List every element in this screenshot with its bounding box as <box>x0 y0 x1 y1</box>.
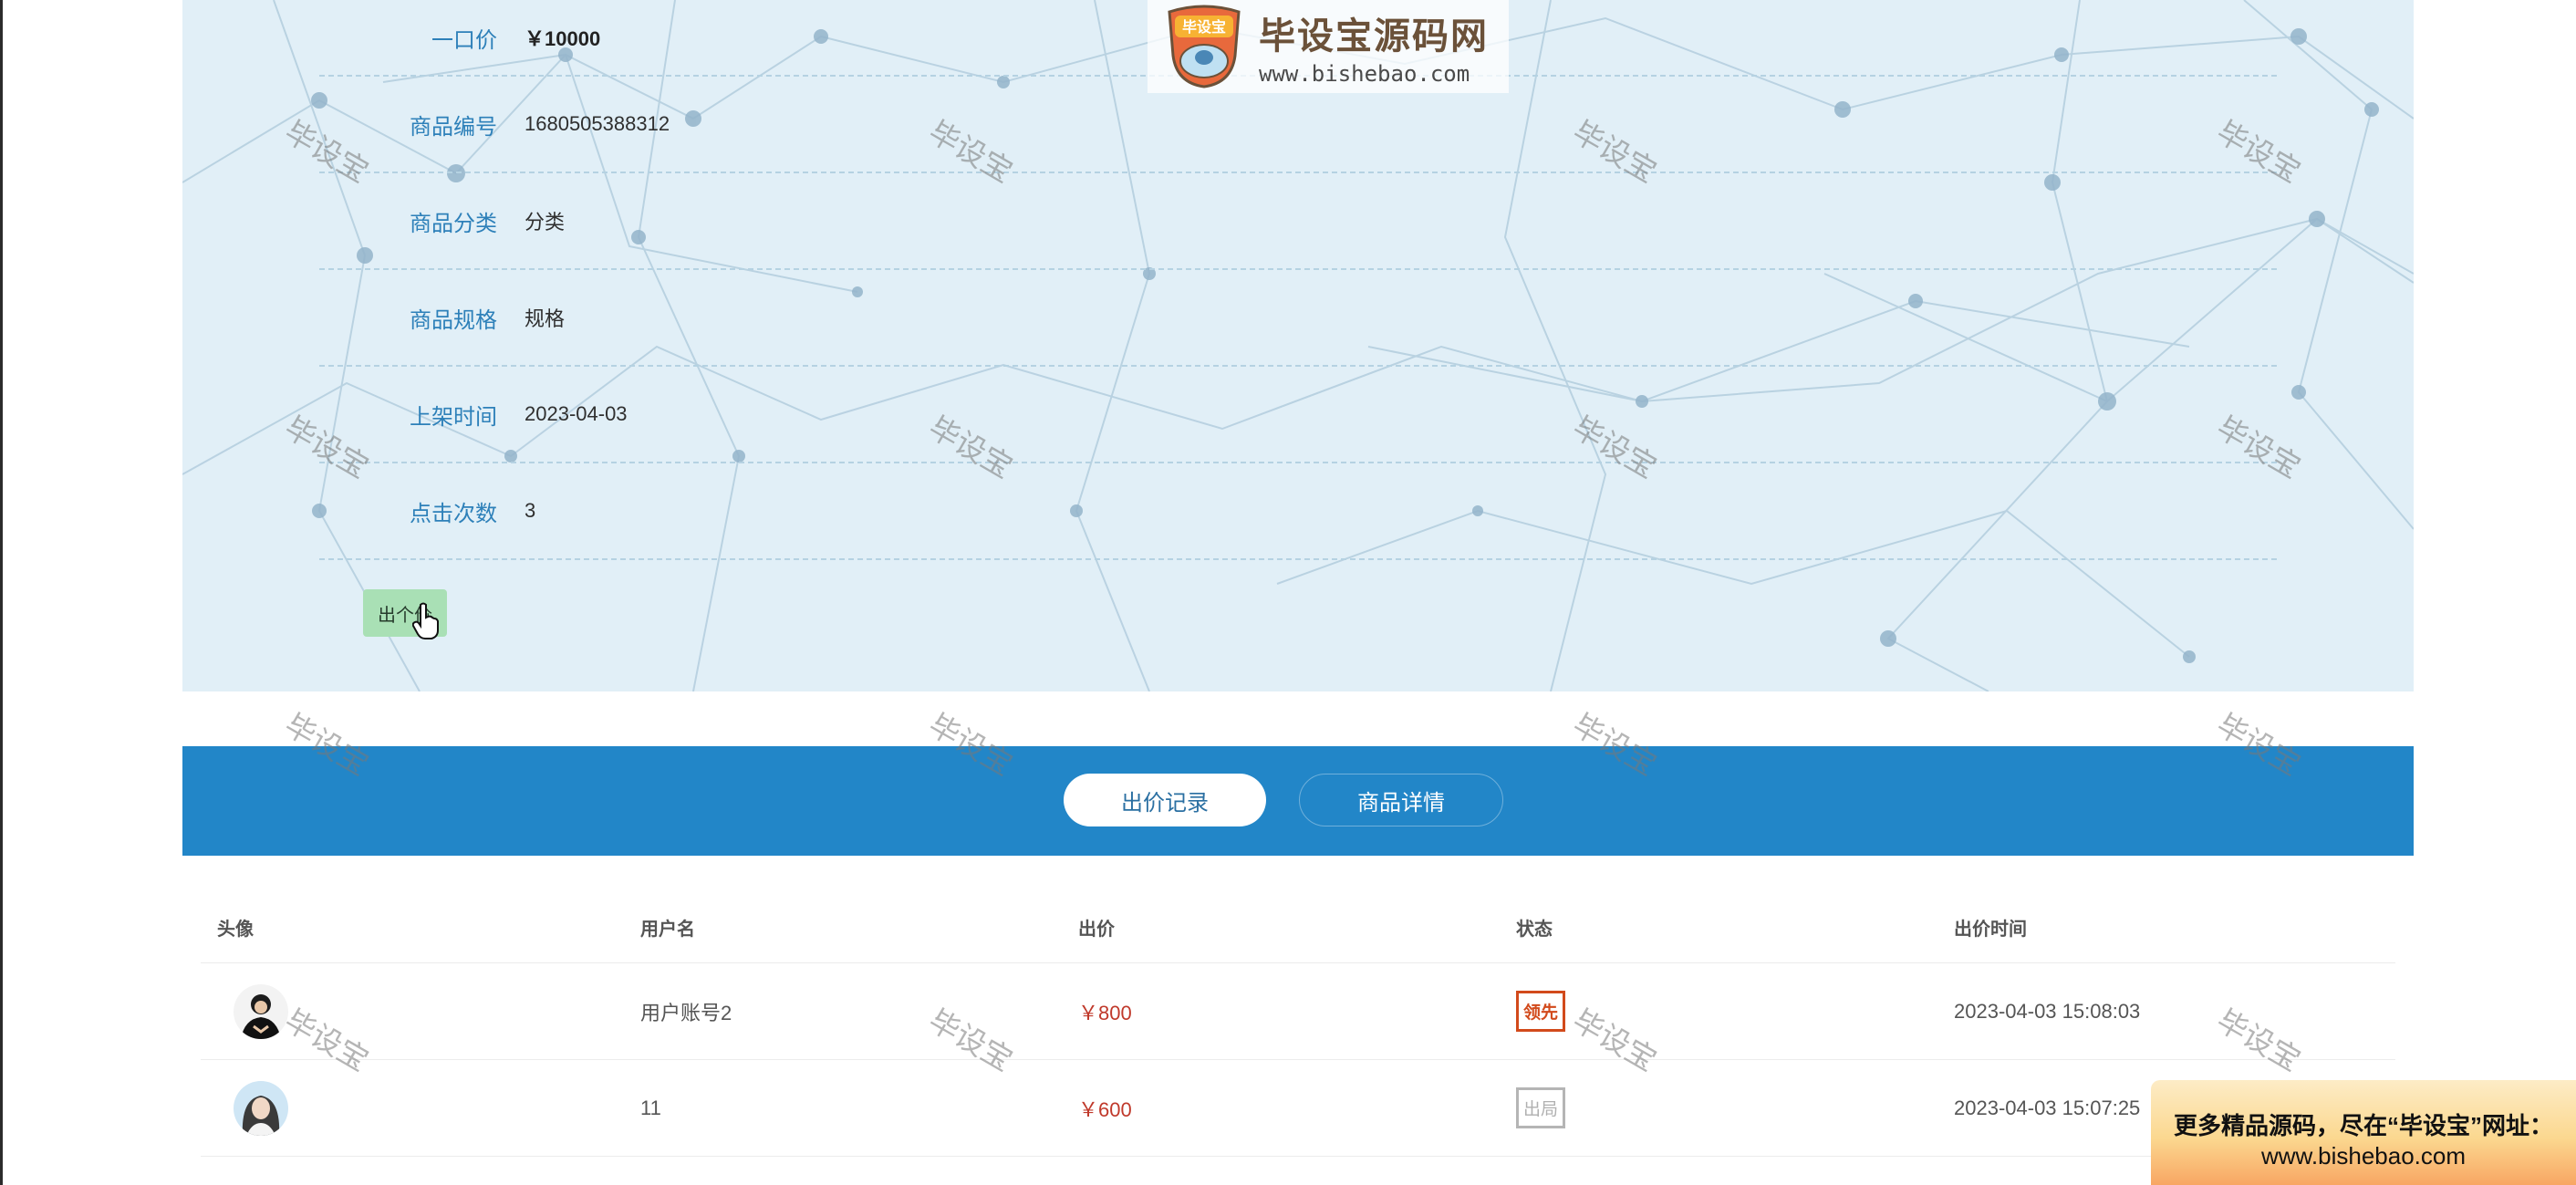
promo-text: 更多精品源码，尽在“毕设宝”网址： <box>2173 1112 2553 1139</box>
header-username: 用户名 <box>640 920 695 940</box>
header-avatar: 头像 <box>217 920 254 940</box>
hand-cursor-icon <box>412 602 439 639</box>
table-row: 11 ￥600 出局 2023-04-03 15:07:25 <box>201 1060 2395 1157</box>
site-logo[interactable]: 毕设宝 毕设宝源码网 www.bishebao.com <box>1148 0 1509 93</box>
promo-url: www.bishebao.com <box>2261 1142 2466 1169</box>
info-value-product-number: 1680505388312 <box>525 112 670 135</box>
info-row-click-count: 点击次数 3 <box>319 463 2277 560</box>
tab-product-details[interactable]: 商品详情 <box>1299 774 1503 826</box>
avatar <box>234 1080 288 1136</box>
logo-badge-text: 毕设宝 <box>1182 18 1226 36</box>
status-badge: 出局 <box>1516 1087 1566 1128</box>
bid-price: ￥800 <box>1078 1001 1132 1024</box>
window-edge <box>0 0 3 1185</box>
promo-banner[interactable]: 更多精品源码，尽在“毕设宝”网址： www.bishebao.com <box>2151 1080 2576 1185</box>
tabs-bar: 出价记录 商品详情 <box>182 746 2414 856</box>
avatar-cell <box>201 983 640 1039</box>
info-value-click-count: 3 <box>525 499 536 522</box>
status-cell: 出局 <box>1516 1087 1954 1128</box>
logo-title: 毕设宝源码网 <box>1259 16 1489 57</box>
info-value-spec: 规格 <box>525 307 566 330</box>
info-row-spec: 商品规格 规格 <box>319 270 2277 367</box>
info-value-listing-date: 2023-04-03 <box>525 402 628 425</box>
avatar <box>234 983 288 1039</box>
info-row-listing-date: 上架时间 2023-04-03 <box>319 367 2277 463</box>
logo-mascot-icon: 毕设宝 <box>1168 5 1241 88</box>
page-content: 一口价 ￥10000 商品编号 1680505388312 商品分类 分类 商品… <box>182 0 2414 1157</box>
info-label: 商品分类 <box>410 211 497 236</box>
header-bid-time: 出价时间 <box>1954 920 2027 940</box>
info-label: 一口价 <box>431 27 497 53</box>
bid-price: ￥600 <box>1078 1097 1132 1121</box>
avatar-cell <box>201 1080 640 1136</box>
table-row: 用户账号2 ￥800 领先 2023-04-03 15:08:03 <box>201 963 2395 1060</box>
info-label: 上架时间 <box>410 404 497 430</box>
status-badge: 领先 <box>1516 991 1566 1032</box>
info-row-category: 商品分类 分类 <box>319 173 2277 270</box>
info-label: 点击次数 <box>410 501 497 526</box>
info-value-price: ￥10000 <box>525 27 601 50</box>
bid-username: 11 <box>640 1096 661 1119</box>
info-label: 商品编号 <box>410 114 497 140</box>
product-info-panel: 一口价 ￥10000 商品编号 1680505388312 商品分类 分类 商品… <box>182 0 2414 691</box>
bid-records-table: 头像 用户名 出价 状态 出价时间 用户账号2 ￥800 领先 2023-04-… <box>182 856 2414 1157</box>
table-header: 头像 用户名 出价 状态 出价时间 <box>201 856 2395 963</box>
info-value-category: 分类 <box>525 211 566 234</box>
info-label: 商品规格 <box>410 307 497 333</box>
status-cell: 领先 <box>1516 991 1954 1032</box>
logo-url: www.bishebao.com <box>1259 61 1470 87</box>
tab-bid-records[interactable]: 出价记录 <box>1064 774 1266 826</box>
logo-text: 毕设宝源码网 www.bishebao.com <box>1259 6 1489 87</box>
header-price: 出价 <box>1078 920 1115 940</box>
bid-time: 2023-04-03 15:08:03 <box>1954 999 2141 1023</box>
header-status: 状态 <box>1516 920 1553 940</box>
bid-username: 用户账号2 <box>640 1001 732 1024</box>
